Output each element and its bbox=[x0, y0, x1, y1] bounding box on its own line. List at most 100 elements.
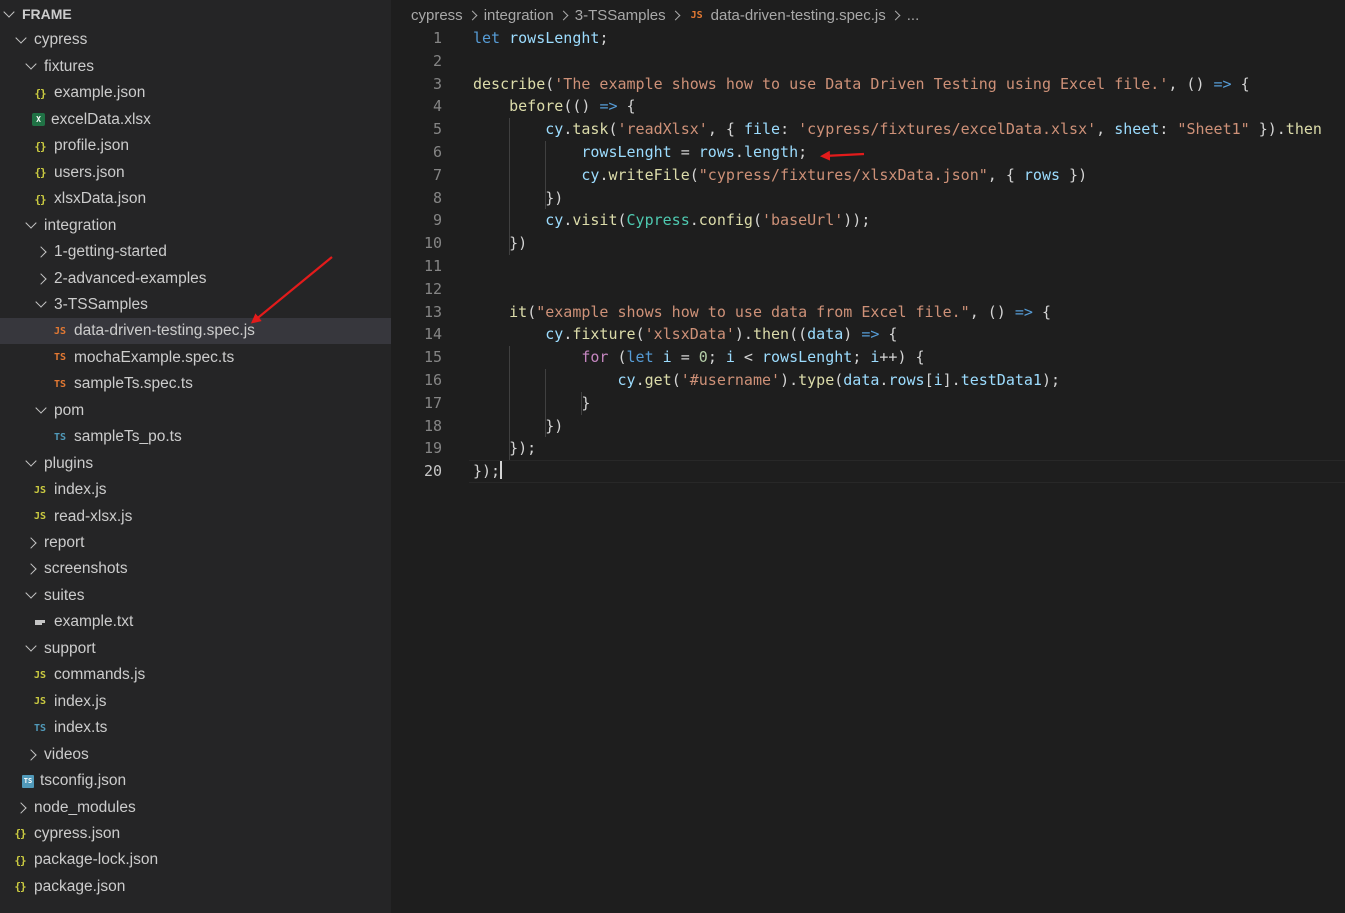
tree-folder[interactable]: 3-TSSamples bbox=[0, 292, 391, 318]
chevron-down-icon bbox=[25, 587, 37, 600]
chevron-down-icon bbox=[24, 217, 38, 233]
tree-file[interactable]: {} users.json bbox=[0, 160, 391, 186]
tree-item-label: sampleTs.spec.ts bbox=[74, 375, 193, 393]
tree-file[interactable]: JS commands.js bbox=[0, 662, 391, 688]
code-line[interactable]: 11 bbox=[391, 255, 1345, 278]
code-line[interactable]: 15 for (let i = 0; i < rowsLenght; i++) … bbox=[391, 346, 1345, 369]
breadcrumb-item-file[interactable]: data-driven-testing.spec.js bbox=[711, 7, 886, 24]
tree-folder[interactable]: cypress bbox=[0, 27, 391, 53]
tree-file[interactable]: {} profile.json bbox=[0, 133, 391, 159]
tree-folder[interactable]: fixtures bbox=[0, 54, 391, 80]
line-number: 5 bbox=[432, 120, 442, 139]
tree-file[interactable]: TS sampleTs.spec.ts bbox=[0, 371, 391, 397]
chevron-down-icon bbox=[24, 640, 38, 656]
code-line[interactable]: 3 describe('The example shows how to use … bbox=[391, 73, 1345, 96]
tree-folder[interactable]: screenshots bbox=[0, 556, 391, 582]
tree-folder[interactable]: 2-advanced-examples bbox=[0, 266, 391, 292]
chevron-right-icon bbox=[34, 272, 48, 286]
chevron-down-icon bbox=[3, 5, 15, 18]
tree-file[interactable]: {} cypress.json bbox=[0, 821, 391, 847]
code-line[interactable]: 20}); bbox=[391, 460, 1345, 484]
tree-file[interactable]: TS index.ts bbox=[0, 715, 391, 741]
breadcrumb-item-3-tssamples[interactable]: 3-TSSamples bbox=[575, 7, 666, 24]
code-line[interactable]: 12 bbox=[391, 278, 1345, 301]
code-line[interactable]: 4 before(() => { bbox=[391, 95, 1345, 118]
tree-file[interactable]: example.txt bbox=[0, 609, 391, 635]
chevron-down-icon bbox=[25, 58, 37, 71]
tree-file[interactable]: {} xlsxData.json bbox=[0, 186, 391, 212]
code-line[interactable]: 10 }) bbox=[391, 232, 1345, 255]
js-file-icon: JS bbox=[33, 696, 47, 708]
tree-item-label: xlsxData.json bbox=[54, 190, 147, 208]
tree-folder[interactable]: integration bbox=[0, 213, 391, 239]
tree-file[interactable]: {} example.json bbox=[0, 80, 391, 106]
code-line[interactable]: 1 let rowsLenght; bbox=[391, 27, 1345, 50]
code-text: for (let i = 0; i < rowsLenght; i++) { bbox=[581, 348, 925, 367]
tree-folder[interactable]: 1-getting-started bbox=[0, 239, 391, 265]
tree-item-label: pom bbox=[54, 401, 85, 419]
tree-item-label: 3-TSSamples bbox=[54, 295, 148, 313]
line-number: 7 bbox=[432, 165, 442, 184]
chevron-down-icon bbox=[24, 58, 38, 74]
chevron-down-icon bbox=[34, 402, 48, 418]
tree-folder[interactable]: plugins bbox=[0, 451, 391, 477]
breadcrumb-item-cypress[interactable]: cypress bbox=[411, 7, 463, 24]
chevron-right-icon bbox=[25, 537, 37, 549]
tree-item-label: data-driven-testing.spec.js bbox=[74, 322, 255, 340]
breadcrumb-item-integration[interactable]: integration bbox=[484, 7, 554, 24]
code-line[interactable]: 9 cy.visit(Cypress.config('baseUrl')); bbox=[391, 209, 1345, 232]
tree-item-label: node_modules bbox=[34, 798, 136, 816]
tree-folder[interactable]: support bbox=[0, 636, 391, 662]
tree-file[interactable]: {} package.json bbox=[0, 874, 391, 900]
json-file-icon: {} bbox=[34, 166, 46, 180]
tree-file[interactable]: JS read-xlsx.js bbox=[0, 504, 391, 530]
code-line[interactable]: 8 }) bbox=[391, 187, 1345, 210]
tree-file[interactable]: JS index.js bbox=[0, 689, 391, 715]
code-line[interactable]: 7 cy.writeFile("cypress/fixtures/xlsxDat… bbox=[391, 164, 1345, 187]
tree-file[interactable]: TS tsconfig.json bbox=[0, 768, 391, 794]
tree-folder[interactable]: FRAME bbox=[0, 1, 391, 27]
line-number: 4 bbox=[432, 97, 442, 116]
code-line[interactable]: 5 cy.task('readXlsx', { file: 'cypress/f… bbox=[391, 118, 1345, 141]
tree-folder[interactable]: videos bbox=[0, 742, 391, 768]
chevron-down-icon bbox=[24, 587, 38, 603]
code-line[interactable]: 13 it("example shows how to use data fro… bbox=[391, 301, 1345, 324]
js-file-icon: JS bbox=[690, 9, 703, 21]
code-text: let rowsLenght; bbox=[473, 29, 609, 47]
breadcrumb-ellipsis[interactable]: ... bbox=[907, 7, 920, 24]
code-line[interactable]: 17 } bbox=[391, 392, 1345, 415]
chevron-right-icon bbox=[35, 272, 47, 285]
tree-item-label: report bbox=[44, 534, 85, 551]
code-editor[interactable]: cypress integration 3-TSSamples JS data-… bbox=[391, 0, 1345, 913]
code-line[interactable]: 19 }); bbox=[391, 437, 1345, 460]
code-line[interactable]: 16 cy.get('#username').type(data.rows[i]… bbox=[391, 369, 1345, 392]
tree-file[interactable]: JS data-driven-testing.spec.js bbox=[0, 318, 391, 345]
tree-file[interactable]: {} package-lock.json bbox=[0, 847, 391, 873]
tree-item-label: screenshots bbox=[44, 560, 128, 578]
tree-item-label: FRAME bbox=[22, 6, 72, 22]
line-number: 10 bbox=[423, 234, 442, 253]
line-number: 12 bbox=[423, 279, 442, 298]
tree-folder[interactable]: node_modules bbox=[0, 795, 391, 821]
code-line[interactable]: 2 bbox=[391, 50, 1345, 73]
tree-item-label: plugins bbox=[44, 454, 94, 472]
line-number: 19 bbox=[423, 439, 442, 458]
chevron-right-icon bbox=[24, 536, 38, 550]
tree-folder[interactable]: report bbox=[0, 530, 391, 556]
chevron-down-icon bbox=[34, 296, 48, 312]
code-line[interactable]: 14 cy.fixture('xlsxData').then((data) =>… bbox=[391, 323, 1345, 346]
code-text: cy.get('#username').type(data.rows[i].te… bbox=[617, 371, 1061, 389]
tree-file[interactable]: TS sampleTs_po.ts bbox=[0, 424, 391, 450]
line-number: 17 bbox=[423, 393, 442, 412]
excel-file-icon: X bbox=[32, 113, 45, 127]
tree-folder[interactable]: pom bbox=[0, 398, 391, 424]
tree-file[interactable]: TS mochaExample.spec.ts bbox=[0, 345, 391, 371]
line-number: 15 bbox=[423, 348, 442, 367]
tree-folder[interactable]: suites bbox=[0, 583, 391, 609]
code-line[interactable]: 6 rowsLenght = rows.length; bbox=[391, 141, 1345, 164]
tree-file[interactable]: XexcelData.xlsx bbox=[0, 107, 391, 133]
code-line[interactable]: 18 }) bbox=[391, 415, 1345, 438]
code-text: }) bbox=[473, 234, 528, 253]
tree-file[interactable]: JS index.js bbox=[0, 477, 391, 503]
line-number: 9 bbox=[432, 211, 442, 230]
